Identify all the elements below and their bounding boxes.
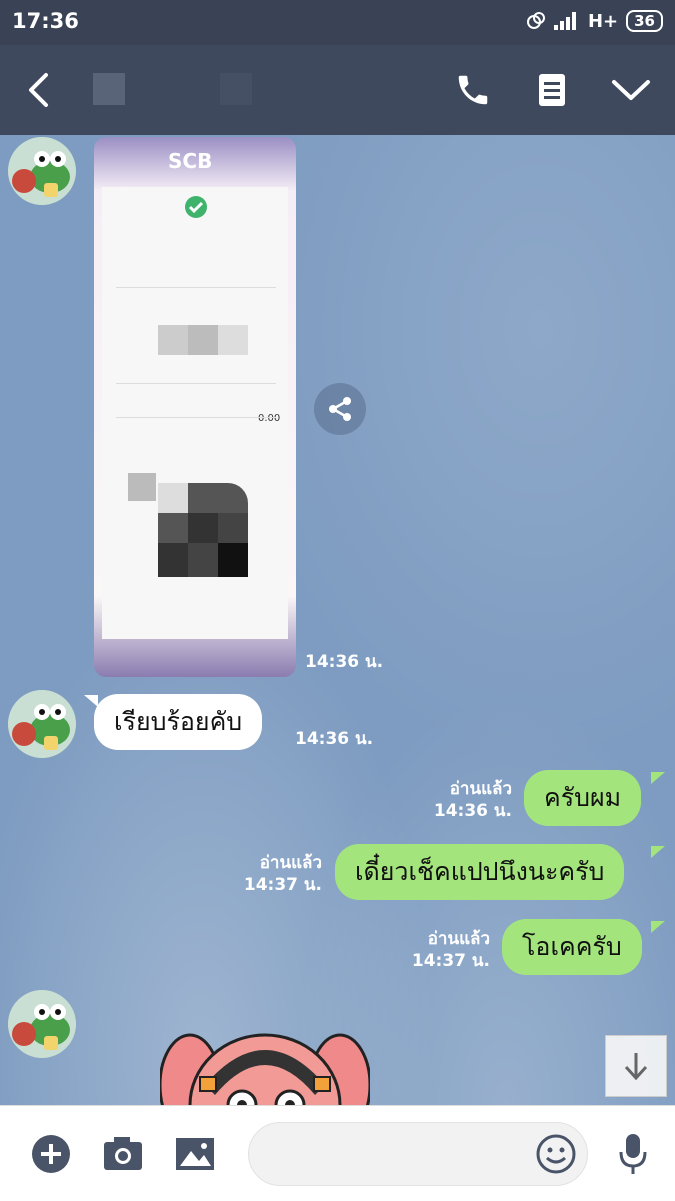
status-bar: 17:36 H+ 36 (0, 0, 675, 45)
emoji-button[interactable] (535, 1133, 577, 1179)
message-time: 14:37 น. (243, 875, 322, 895)
status-icons: H+ 36 (526, 10, 663, 32)
bubble-tail (84, 695, 98, 707)
message-time: 14:36 น. (433, 801, 512, 821)
frog-avatar-icon (8, 690, 76, 758)
network-type: H+ (587, 10, 619, 32)
chat-header (0, 45, 675, 135)
receipt-image: 0.00 (102, 187, 288, 639)
contact-name-placeholder-2 (220, 73, 252, 105)
menu-button[interactable] (605, 45, 657, 135)
chat-area[interactable]: SCB 0.00 14:36 น. เรียบร้อยคับ 14:36 น. … (0, 135, 675, 1105)
frog-avatar-icon (8, 990, 76, 1058)
plus-icon (32, 1134, 70, 1173)
call-button[interactable] (448, 45, 498, 135)
notes-button[interactable] (528, 45, 576, 135)
camera-icon (104, 1136, 142, 1170)
bubble-tail (651, 846, 665, 858)
add-button[interactable] (28, 1106, 74, 1201)
battery-icon: 36 (626, 10, 663, 32)
input-bar (0, 1105, 675, 1201)
share-button[interactable] (314, 383, 366, 435)
frog-avatar-icon (8, 137, 76, 205)
avatar[interactable] (8, 990, 76, 1058)
bubble-tail (651, 921, 665, 933)
microphone-icon (619, 1133, 647, 1174)
message-time: 14:37 น. (411, 951, 490, 971)
phone-icon (458, 75, 488, 105)
voice-button[interactable] (610, 1106, 656, 1201)
scroll-to-bottom-button[interactable] (605, 1035, 667, 1097)
camera-button[interactable] (100, 1106, 146, 1201)
notes-icon (539, 74, 565, 106)
read-label: อ่านแล้ว (449, 779, 512, 799)
link-icon (526, 12, 545, 29)
read-receipt: อ่านแล้ว 14:37 น. (398, 928, 490, 972)
arrow-down-icon (624, 1053, 648, 1081)
read-receipt: อ่านแล้ว 14:37 น. (230, 852, 322, 896)
signal-icon (553, 12, 576, 30)
back-arrow-icon (29, 73, 48, 107)
back-button[interactable] (16, 45, 60, 135)
gallery-button[interactable] (172, 1106, 218, 1201)
outgoing-message[interactable]: ครับผม (524, 770, 642, 826)
read-label: อ่านแล้ว (259, 853, 322, 873)
bubble-tail (651, 772, 665, 784)
emoji-icon (536, 1134, 576, 1174)
scb-logo-text: SCB (168, 149, 213, 173)
avatar[interactable] (8, 690, 76, 758)
read-receipt: อ่านแล้ว 14:36 น. (420, 778, 512, 822)
contact-name-placeholder (93, 73, 125, 105)
chevron-down-icon (612, 80, 650, 100)
image-icon (176, 1137, 214, 1170)
check-icon (185, 196, 207, 218)
message-time: 14:36 น. (305, 652, 384, 672)
sticker-image[interactable] (160, 1025, 370, 1105)
avatar[interactable] (8, 137, 76, 205)
outgoing-message[interactable]: เดี๋ยวเช็คแปปนึงนะครับ (335, 844, 625, 900)
message-time: 14:36 น. (295, 729, 374, 749)
fee-amount: 0.00 (258, 413, 281, 424)
share-icon (329, 397, 351, 421)
read-label: อ่านแล้ว (427, 929, 490, 949)
status-time: 17:36 (12, 9, 79, 33)
image-message[interactable]: SCB 0.00 (94, 137, 296, 677)
incoming-message[interactable]: เรียบร้อยคับ (94, 694, 263, 750)
outgoing-message[interactable]: โอเคครับ (502, 919, 642, 975)
message-input[interactable] (248, 1122, 588, 1186)
